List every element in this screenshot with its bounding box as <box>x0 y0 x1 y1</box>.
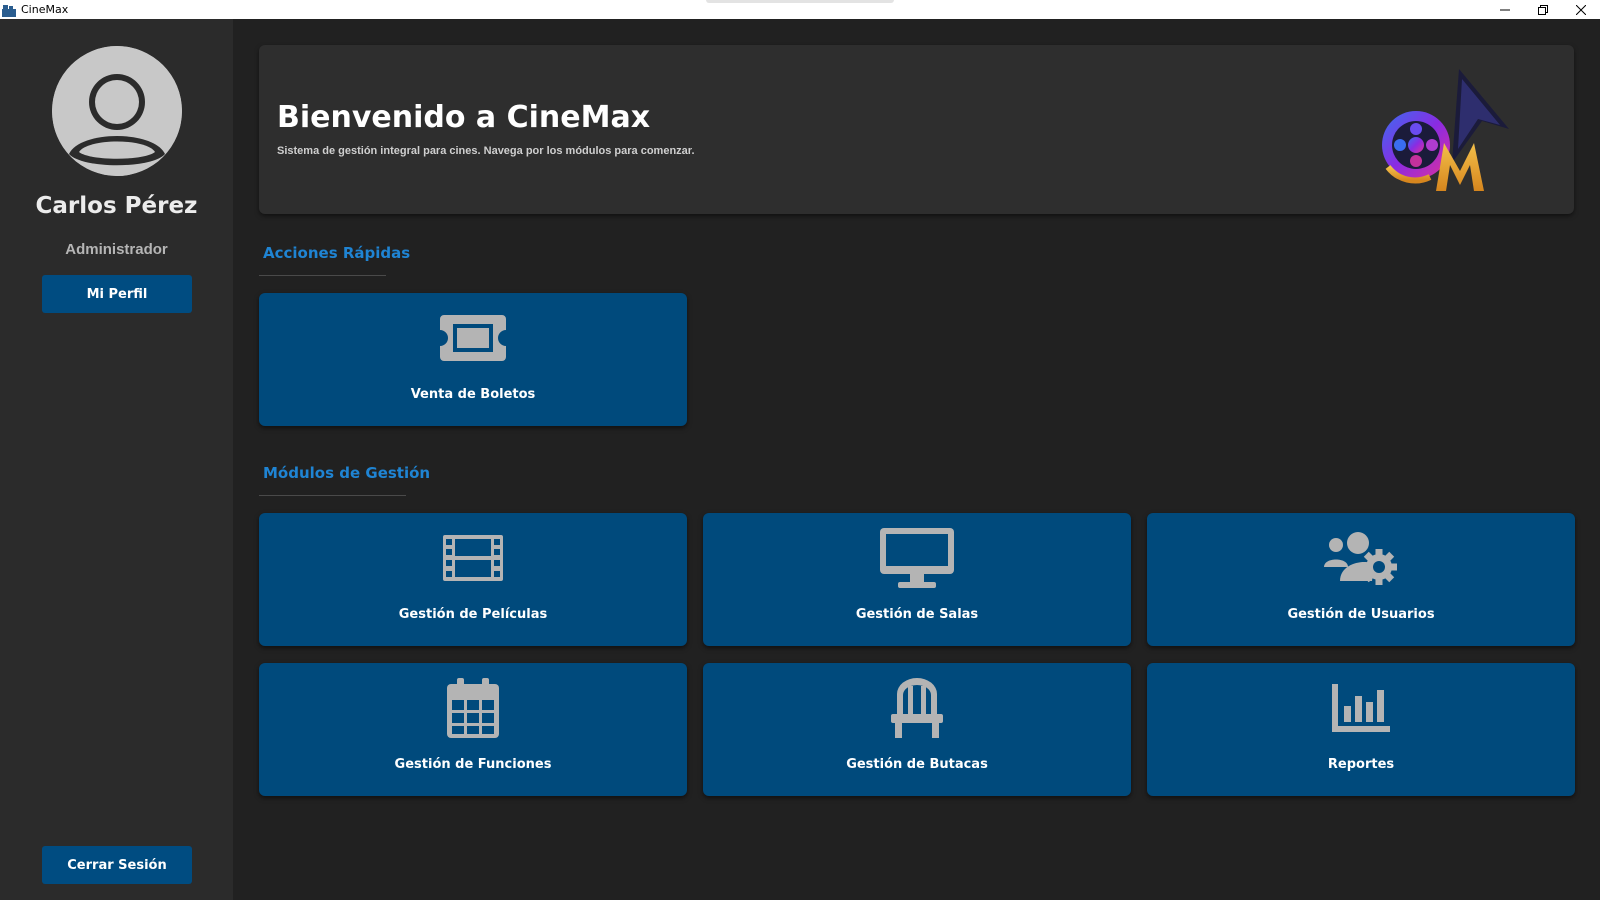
card-label: Gestión de Películas <box>398 607 548 622</box>
modules-title: Módulos de Gestión <box>263 464 431 482</box>
reports-module-card[interactable]: Reportes <box>1147 663 1575 796</box>
rooms-module-card[interactable]: Gestión de Salas <box>703 513 1131 646</box>
users-module-card[interactable]: Gestión de Usuarios <box>1147 513 1575 646</box>
avatar <box>52 46 182 176</box>
user-role: Administrador <box>65 241 168 258</box>
close-button[interactable] <box>1562 0 1600 19</box>
user-icon <box>52 46 182 176</box>
card-label: Gestión de Usuarios <box>1287 607 1435 622</box>
card-label: Gestión de Salas <box>855 607 979 622</box>
calendar-icon <box>447 678 499 738</box>
user-name: Carlos Pérez <box>35 193 198 219</box>
title-bar: CineMax <box>0 0 1600 19</box>
film-icon <box>443 535 503 581</box>
quick-actions-title: Acciones Rápidas <box>263 244 411 262</box>
ticket-sales-card[interactable]: Venta de Boletos <box>259 293 687 426</box>
close-icon <box>1576 4 1586 15</box>
modules-divider <box>259 495 406 496</box>
chair-icon <box>891 678 943 738</box>
restore-button[interactable] <box>1524 0 1562 19</box>
users-cog-icon <box>1324 532 1397 585</box>
minimize-icon <box>1500 9 1510 10</box>
profile-button[interactable]: Mi Perfil <box>42 275 192 313</box>
monitor-icon <box>880 528 954 588</box>
card-label: Gestión de Butacas <box>846 757 988 772</box>
cinemax-logo <box>1374 59 1514 195</box>
ticket-icon <box>440 315 506 361</box>
window-title: CineMax <box>21 3 69 16</box>
snap-layout-hint <box>706 0 894 3</box>
app-icon <box>2 4 16 17</box>
bar-chart-icon <box>1332 684 1390 732</box>
minimize-button[interactable] <box>1486 0 1524 19</box>
seats-module-card[interactable]: Gestión de Butacas <box>703 663 1131 796</box>
showtimes-module-card[interactable]: Gestión de Funciones <box>259 663 687 796</box>
movies-module-card[interactable]: Gestión de Películas <box>259 513 687 646</box>
logout-button[interactable]: Cerrar Sesión <box>42 846 192 884</box>
welcome-banner: Bienvenido a CineMax Sistema de gestión … <box>259 45 1574 214</box>
card-label: Reportes <box>1327 757 1395 772</box>
restore-icon <box>1538 4 1548 15</box>
card-label: Gestión de Funciones <box>394 757 552 772</box>
window-controls <box>1486 0 1600 19</box>
page-subtitle: Sistema de gestión integral para cines. … <box>277 145 695 157</box>
quick-actions-divider <box>259 275 386 276</box>
card-label: Venta de Boletos <box>410 387 536 402</box>
page-title: Bienvenido a CineMax <box>277 100 651 135</box>
sidebar: Carlos Pérez Administrador Mi Perfil Cer… <box>0 19 233 900</box>
